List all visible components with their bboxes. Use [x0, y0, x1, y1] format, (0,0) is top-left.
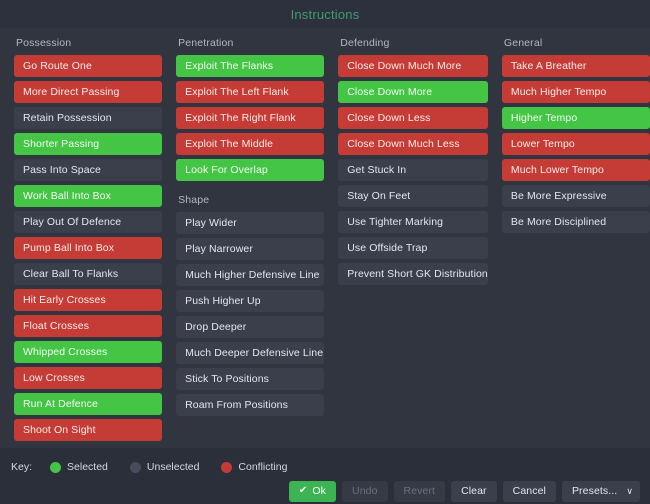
clear-button[interactable]: Clear — [451, 480, 497, 502]
instruction-column: Penetration Exploit The Flanks Exploit The… — [176, 34, 325, 448]
instruction-column: Possession Go Route One More Direct Passin… — [14, 34, 163, 448]
instruction-item[interactable]: Exploit The Middle — [176, 133, 325, 155]
instruction-item[interactable]: Shorter Passing — [14, 133, 163, 155]
chevron-down-icon: ∨ — [626, 485, 633, 496]
instruction-item[interactable]: Use Tighter Marking — [338, 211, 488, 233]
legend-entry-label: Selected — [67, 461, 108, 473]
instruction-item[interactable]: Be More Disciplined — [501, 211, 650, 233]
legend-entry-label: Unselected — [146, 461, 200, 473]
instruction-item[interactable]: Stick To Positions — [176, 368, 325, 390]
revert-button-label: Revert — [403, 485, 436, 497]
ok-button-label: Ok — [312, 485, 327, 497]
instruction-item[interactable]: Roam From Positions — [176, 394, 325, 416]
instruction-item[interactable]: Exploit The Right Flank — [176, 107, 325, 129]
instruction-item[interactable]: Exploit The Left Flank — [176, 81, 325, 103]
instruction-item[interactable]: Work Ball Into Box — [14, 185, 163, 207]
instruction-column: General Take A Breather Much Higher Tempo H… — [501, 34, 650, 448]
ok-button[interactable]: ✔ Ok — [288, 480, 337, 502]
column-subheading: Shape — [178, 194, 210, 206]
legend-entry: Selected — [50, 461, 108, 473]
instruction-item[interactable]: Prevent Short GK Distribution — [338, 263, 488, 285]
legend-swatch-green-icon — [50, 461, 62, 473]
undo-button-label: Undo — [352, 485, 378, 497]
instruction-item[interactable]: Close Down Much Less — [338, 133, 488, 155]
instruction-item[interactable]: Get Stuck In — [338, 159, 488, 181]
instruction-item[interactable]: Much Lower Tempo — [501, 159, 650, 181]
instruction-item[interactable]: Close Down Less — [338, 107, 488, 129]
undo-button: Undo — [342, 480, 388, 502]
legend-entry: Unselected — [129, 461, 200, 473]
instruction-item[interactable]: Shoot On Sight — [14, 419, 163, 441]
column-heading: Penetration — [178, 37, 234, 49]
instructions-screen: Instructions Possession Go Route One More … — [0, 0, 650, 504]
legend-entry: Conflicting — [221, 461, 287, 473]
instruction-item[interactable]: Higher Tempo — [501, 107, 650, 129]
instruction-item[interactable]: Run At Defence — [14, 393, 163, 415]
instruction-item[interactable]: Close Down Much More — [338, 55, 488, 77]
instruction-item[interactable]: Go Route One — [14, 55, 163, 77]
column-heading: Possession — [16, 37, 72, 49]
instruction-column: Defending Close Down Much More Close Down … — [338, 34, 488, 448]
instruction-item[interactable]: Look For Overlap — [176, 159, 325, 181]
instruction-item[interactable]: Be More Expressive — [501, 185, 650, 207]
legend: Key: Selected Unselected Conflicting — [0, 456, 650, 478]
legend-swatch-grey-icon — [129, 461, 141, 473]
instruction-item[interactable]: Drop Deeper — [176, 316, 325, 338]
instruction-item[interactable]: Play Wider — [176, 212, 325, 234]
instruction-item[interactable]: Close Down More — [338, 81, 488, 103]
presets-dropdown-label: Presets... — [571, 485, 618, 497]
instruction-item[interactable]: Much Deeper Defensive Line — [176, 342, 325, 364]
cancel-button[interactable]: Cancel — [502, 480, 556, 502]
instruction-item[interactable]: Exploit The Flanks — [176, 55, 325, 77]
cancel-button-label: Cancel — [512, 485, 546, 497]
instruction-item[interactable]: Much Higher Defensive Line — [176, 264, 325, 286]
clear-button-label: Clear — [461, 485, 487, 497]
instruction-item[interactable]: Lower Tempo — [501, 133, 650, 155]
page-title: Instructions — [290, 6, 360, 22]
presets-dropdown[interactable]: Presets... ∨ — [561, 480, 640, 502]
instruction-item[interactable]: Much Higher Tempo — [501, 81, 650, 103]
legend-entry-label: Conflicting — [238, 461, 288, 473]
instruction-item[interactable]: Low Crosses — [14, 367, 163, 389]
instruction-item[interactable]: Play Out Of Defence — [14, 211, 163, 233]
instruction-item[interactable]: Clear Ball To Flanks — [14, 263, 163, 285]
instruction-item[interactable]: Whipped Crosses — [14, 341, 163, 363]
column-heading: General — [503, 37, 543, 49]
instruction-item[interactable]: More Direct Passing — [14, 81, 163, 103]
footer-actions: ✔ Ok Undo Revert Clear Cancel Presets... ∨ — [0, 478, 650, 504]
legend-swatch-red-icon — [221, 461, 233, 473]
instruction-columns: Possession Go Route One More Direct Passin… — [0, 34, 650, 448]
titlebar: Instructions — [0, 0, 650, 28]
instruction-item[interactable]: Push Higher Up — [176, 290, 325, 312]
check-icon: ✔ — [298, 485, 308, 496]
instruction-item[interactable]: Take A Breather — [501, 55, 650, 77]
instruction-item[interactable]: Pump Ball Into Box — [14, 237, 163, 259]
legend-label: Key: — [11, 461, 33, 473]
instruction-item[interactable]: Float Crosses — [14, 315, 163, 337]
instruction-item[interactable]: Pass Into Space — [14, 159, 163, 181]
instruction-item[interactable]: Use Offside Trap — [338, 237, 488, 259]
column-heading: Defending — [340, 37, 390, 49]
instruction-item[interactable]: Hit Early Crosses — [14, 289, 163, 311]
instruction-item[interactable]: Stay On Feet — [338, 185, 488, 207]
instruction-item[interactable]: Retain Possession — [14, 107, 163, 129]
revert-button: Revert — [393, 480, 446, 502]
instruction-item[interactable]: Play Narrower — [176, 238, 325, 260]
instructions-panel: Possession Go Route One More Direct Passin… — [0, 28, 650, 448]
